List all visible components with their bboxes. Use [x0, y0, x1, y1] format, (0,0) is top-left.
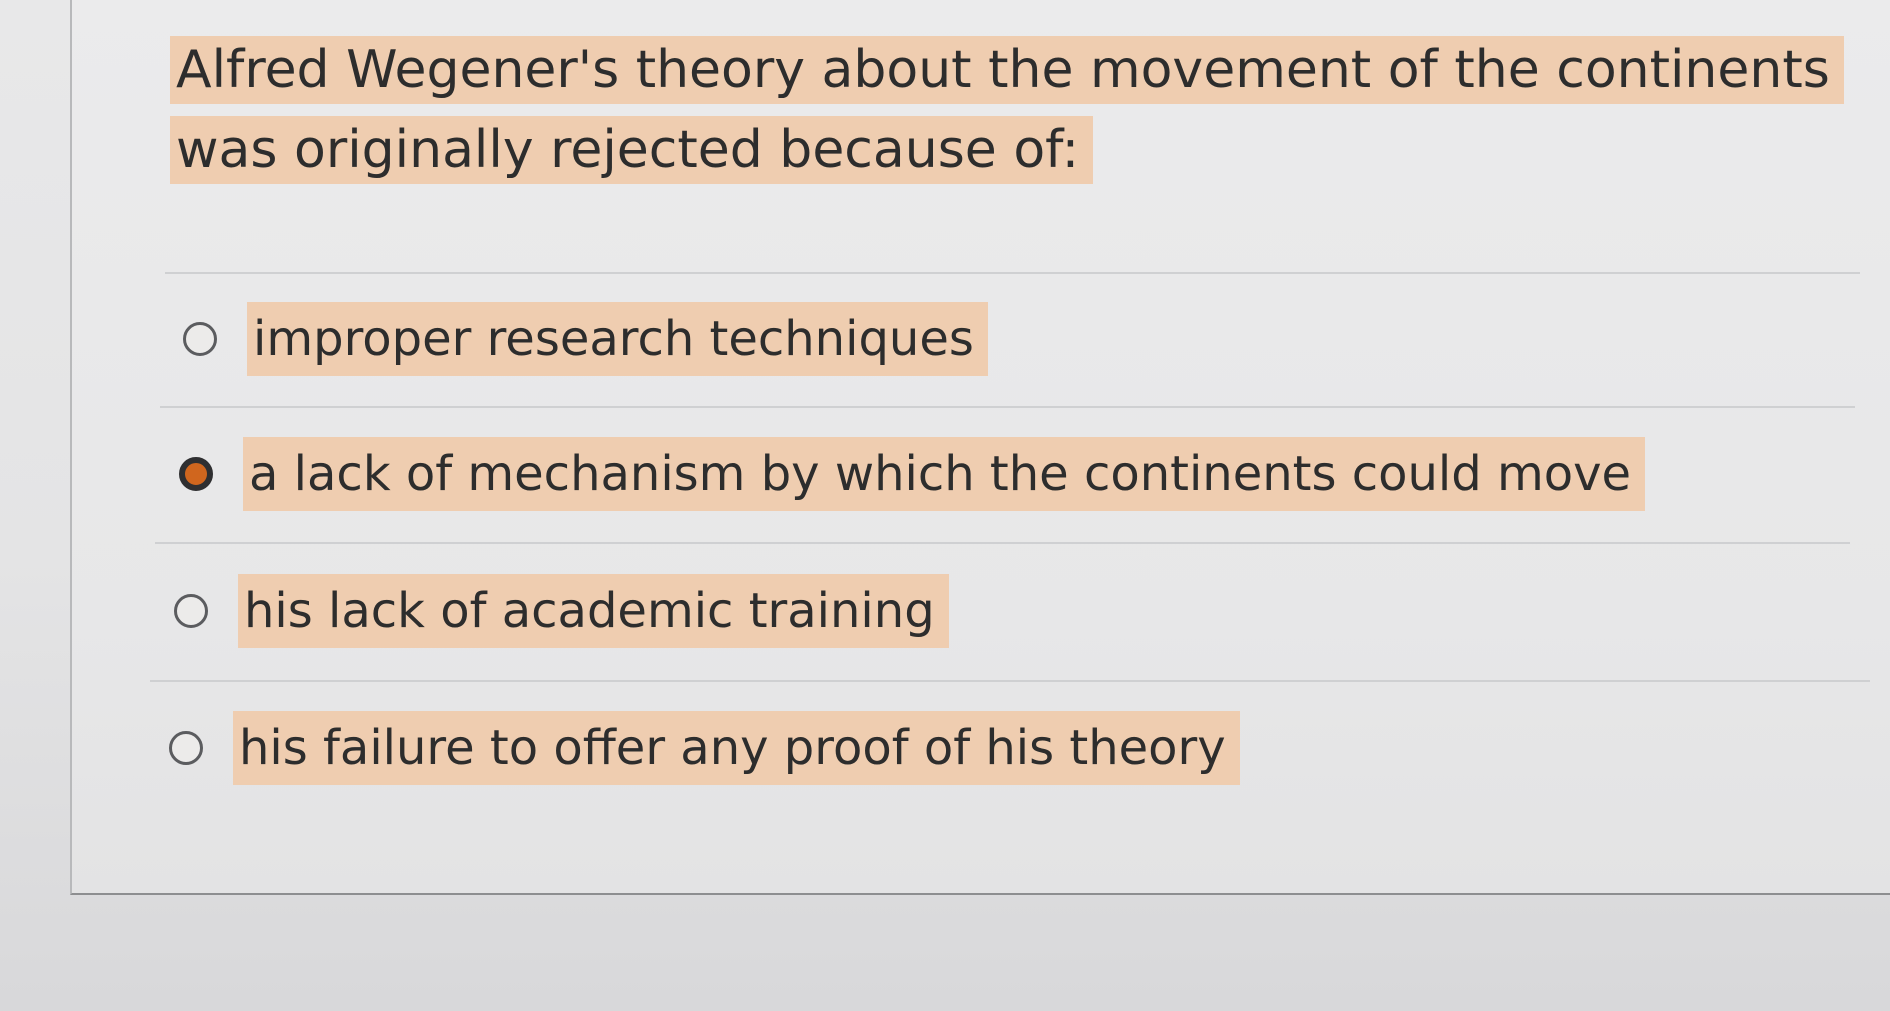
answer-option-label[interactable]: his lack of academic training — [238, 574, 949, 648]
radio-button-icon[interactable] — [169, 731, 203, 765]
answer-option-label[interactable]: a lack of mechanism by which the contine… — [243, 437, 1646, 511]
divider — [150, 680, 1870, 682]
divider — [155, 542, 1850, 544]
answer-option-2[interactable]: a lack of mechanism by which the contine… — [179, 435, 1646, 513]
divider — [165, 272, 1860, 274]
answer-option-4[interactable]: his failure to offer any proof of his th… — [169, 709, 1240, 787]
divider — [160, 406, 1855, 408]
question-highlight: Alfred Wegener's theory about the moveme… — [170, 36, 1844, 184]
screen-background: Alfred Wegener's theory about the moveme… — [0, 0, 1890, 1011]
radio-button-selected-icon[interactable] — [179, 457, 213, 491]
radio-button-icon[interactable] — [183, 322, 217, 356]
answer-option-label[interactable]: improper research techniques — [247, 302, 988, 376]
answer-option-3[interactable]: his lack of academic training — [174, 572, 949, 650]
radio-button-icon[interactable] — [174, 594, 208, 628]
answer-option-1[interactable]: improper research techniques — [183, 300, 988, 378]
question-text: Alfred Wegener's theory about the moveme… — [170, 30, 1844, 190]
answer-option-label[interactable]: his failure to offer any proof of his th… — [233, 711, 1240, 785]
